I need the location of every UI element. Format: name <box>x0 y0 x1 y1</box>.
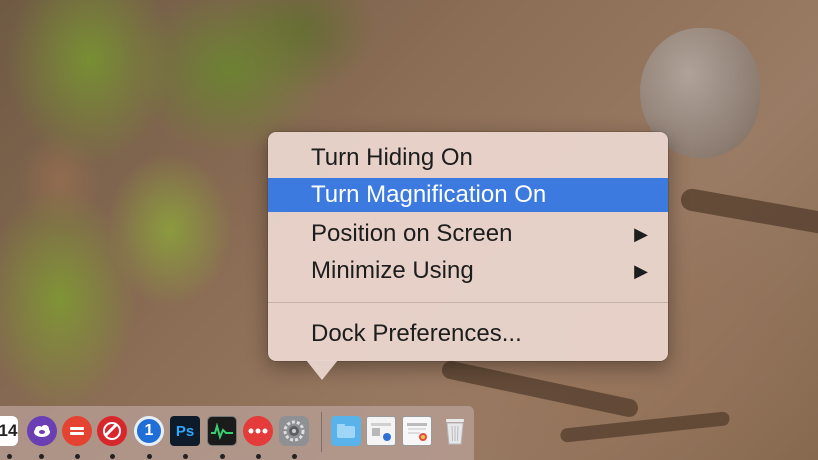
gear-icon <box>283 420 305 442</box>
folder-glyph <box>337 424 355 438</box>
running-indicator <box>292 454 297 459</box>
menu-item-turn-magnification-on[interactable]: Turn Magnification On <box>268 178 668 212</box>
dock-context-menu: Turn Hiding On Turn Magnification On Pos… <box>268 132 668 361</box>
folder-icon[interactable] <box>331 416 361 446</box>
running-indicator <box>220 454 225 459</box>
browser-window-icon[interactable] <box>402 416 432 446</box>
calendar-icon[interactable]: 14 <box>0 416 18 446</box>
browser-glyph <box>407 423 427 441</box>
running-indicator <box>147 454 152 459</box>
menu-item-minimize-using[interactable]: Minimize Using ▶ <box>268 254 668 288</box>
wallpaper-root <box>559 411 731 443</box>
dock: 14 1 Ps <box>0 406 474 460</box>
menu-pointer <box>306 360 338 380</box>
menu-item-label: Turn Magnification On <box>311 181 547 208</box>
ellipsis-glyph <box>248 428 268 434</box>
window-thumbnail-icon[interactable] <box>366 416 396 446</box>
running-indicator <box>183 454 188 459</box>
1password-icon[interactable]: 1 <box>134 416 164 446</box>
running-indicator <box>256 454 261 459</box>
fantastical-icon[interactable] <box>27 416 57 446</box>
trash-can-glyph <box>446 419 464 445</box>
menu-separator <box>268 302 668 303</box>
running-indicator <box>7 454 12 459</box>
adobe-creative-cloud-icon[interactable] <box>97 416 127 446</box>
1password-label: 1 <box>144 422 154 439</box>
window-glyph <box>371 423 391 441</box>
trash-icon[interactable] <box>440 416 470 446</box>
submenu-arrow-icon: ▶ <box>634 223 648 244</box>
menu-item-position-on-screen[interactable]: Position on Screen ▶ <box>268 217 668 251</box>
cloud-glyph <box>34 425 50 437</box>
running-indicator <box>39 454 44 459</box>
photoshop-icon[interactable]: Ps <box>170 416 200 446</box>
activity-monitor-icon[interactable] <box>207 416 237 446</box>
menu-item-label: Turn Hiding On <box>311 144 473 171</box>
system-preferences-icon[interactable] <box>279 416 309 446</box>
dock-separator <box>321 412 322 452</box>
submenu-arrow-icon: ▶ <box>634 260 648 281</box>
menu-item-turn-hiding-on[interactable]: Turn Hiding On <box>268 141 668 175</box>
calendar-day: 14 <box>0 421 18 440</box>
menu-item-label: Dock Preferences... <box>311 320 522 347</box>
running-indicator <box>110 454 115 459</box>
creative-cloud-glyph <box>103 422 121 440</box>
wallpaper-root <box>679 187 818 235</box>
activity-graph-glyph <box>211 422 233 441</box>
photoshop-label: Ps <box>175 422 195 440</box>
running-indicator <box>75 454 80 459</box>
todoist-icon[interactable] <box>62 416 92 446</box>
menu-item-dock-preferences[interactable]: Dock Preferences... <box>268 317 668 351</box>
equals-glyph <box>70 427 84 435</box>
overflow-app-icon[interactable] <box>243 416 273 446</box>
menu-item-label: Position on Screen <box>311 220 513 247</box>
menu-item-label: Minimize Using <box>311 257 474 284</box>
